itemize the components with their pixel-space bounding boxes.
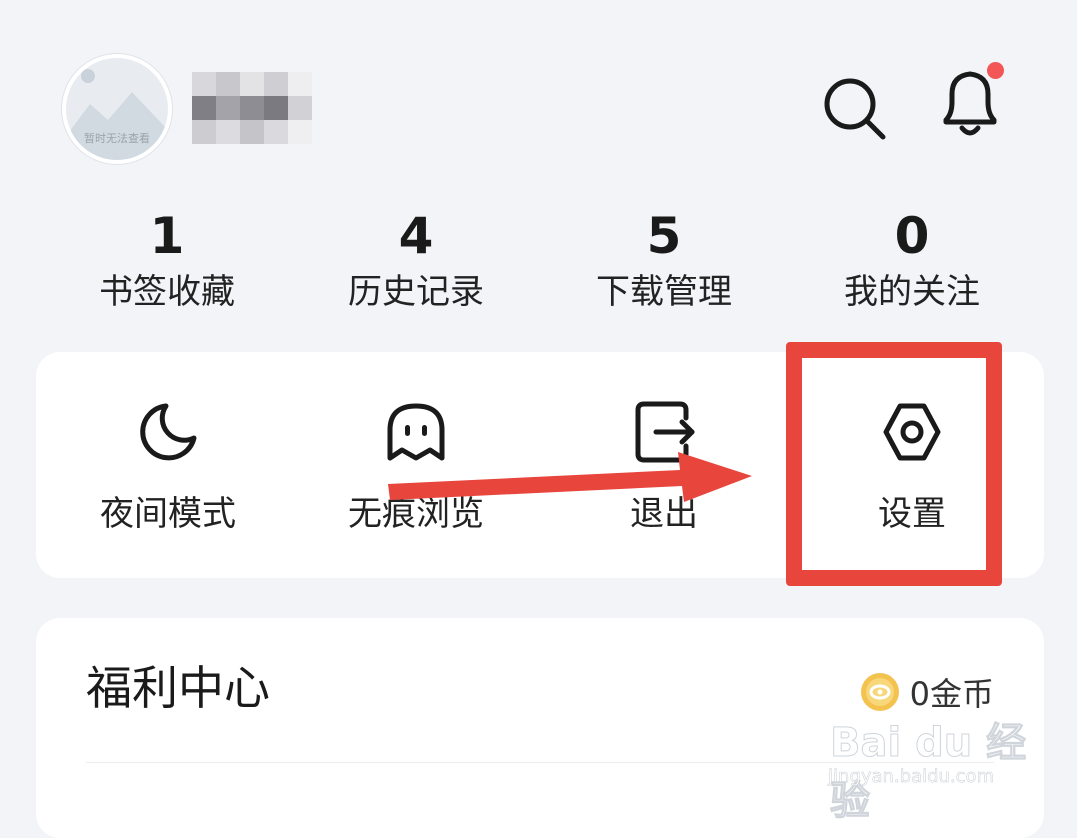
tool-label: 设置 [878,494,946,534]
coins-balance[interactable]: 0金币 [860,668,994,716]
stat-label: 历史记录 [348,272,484,312]
ghost-icon [387,403,445,461]
notification-badge [987,62,1004,79]
stat-value: 4 [398,207,434,265]
tool-incognito[interactable]: 无痕浏览 [306,352,526,578]
exit-icon [635,401,695,463]
tool-label: 退出 [630,494,698,534]
tool-label: 夜间模式 [100,494,236,534]
stat-value: 5 [646,207,682,265]
stat-label: 下载管理 [596,272,732,312]
profile-header: 暂时无法查看 [0,0,1077,190]
tools-card: 夜间模式 无痕浏览 退出 设置 [36,352,1044,578]
tool-night-mode[interactable]: 夜间模式 [58,352,278,578]
stat-bookmarks[interactable]: 1 书签收藏 [67,205,267,317]
coins-value: 0金币 [909,675,994,713]
avatar[interactable]: 暂时无法查看 [62,54,172,164]
search-button[interactable] [822,76,888,142]
notifications-button[interactable] [936,62,1006,142]
coin-icon [860,673,899,711]
moon-icon [140,403,197,461]
stat-following[interactable]: 0 我的关注 [812,205,1012,317]
stat-value: 1 [149,207,185,265]
welfare-card: 福利中心 0金币 [36,618,1044,838]
username-blurred [192,72,312,144]
stat-label: 书签收藏 [99,272,235,312]
hexagon-settings-icon [883,403,941,461]
welfare-title: 福利中心 [86,661,270,715]
search-icon [824,78,886,140]
stat-label: 我的关注 [844,272,980,312]
stat-history[interactable]: 4 历史记录 [316,205,516,317]
stats-row: 1 书签收藏 4 历史记录 5 下载管理 0 我的关注 [0,205,1077,325]
stat-downloads[interactable]: 5 下载管理 [564,205,764,317]
tool-label: 无痕浏览 [348,494,484,534]
avatar-caption: 暂时无法查看 [84,132,150,145]
tool-settings[interactable]: 设置 [802,352,1022,578]
stat-value: 0 [894,207,930,265]
divider [86,762,994,763]
tool-logout[interactable]: 退出 [554,352,774,578]
